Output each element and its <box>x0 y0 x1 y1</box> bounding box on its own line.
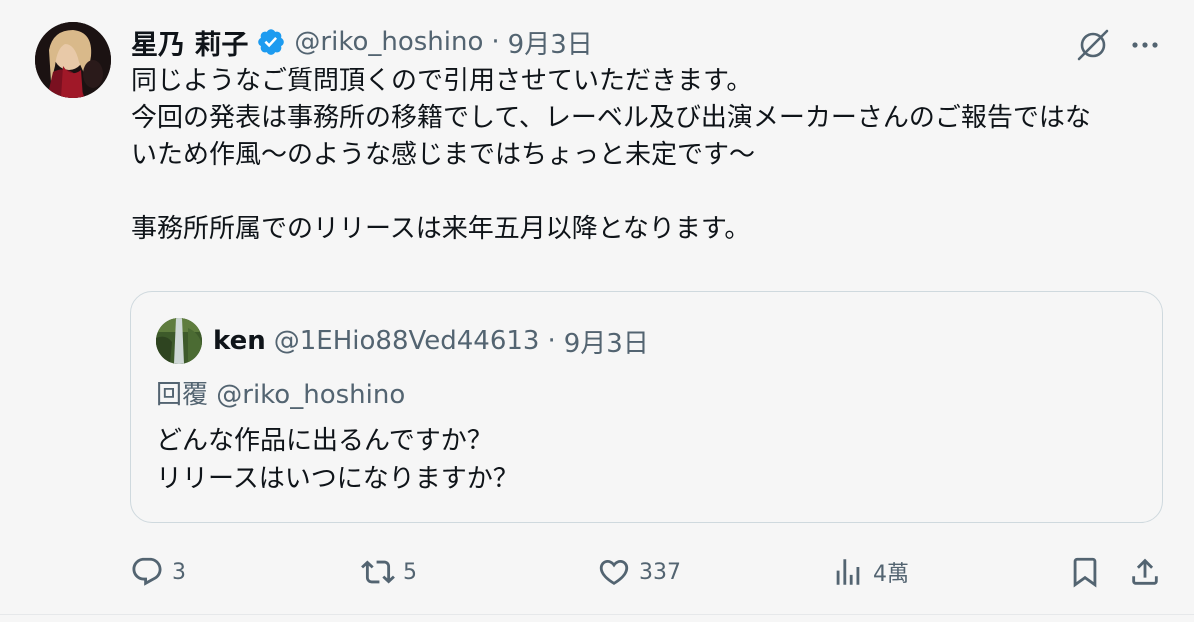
quoted-header-separator: · <box>547 326 556 356</box>
quoted-tweet-date[interactable]: 9月3日 <box>564 323 649 360</box>
retweet-icon <box>361 560 395 584</box>
retweet-button[interactable]: 5 <box>361 553 417 591</box>
heart-icon <box>599 559 629 585</box>
header-separator: · <box>491 27 500 57</box>
like-button[interactable]: 337 <box>597 553 681 591</box>
bookmark-button[interactable] <box>1068 553 1102 591</box>
reply-button[interactable]: 3 <box>130 553 186 591</box>
tweet-date[interactable]: 9月3日 <box>508 24 593 61</box>
author-avatar[interactable] <box>35 22 111 98</box>
author-handle[interactable]: @riko_hoshino <box>294 27 483 57</box>
quoted-text-line: リリースはいつになりますか？ <box>156 464 519 494</box>
tweet-card[interactable]: 星乃 莉子 @riko_hoshino · 9月3日 同じようなご質問頂くので引… <box>0 0 1194 615</box>
reply-icon <box>132 557 162 586</box>
author-display-name[interactable]: 星乃 莉子 <box>131 23 248 62</box>
analytics-icon <box>836 559 860 585</box>
quoted-author-avatar[interactable] <box>156 318 202 364</box>
views-button[interactable]: 4萬 <box>831 553 909 591</box>
tweet-text-line <box>131 174 1161 211</box>
quoted-text-line: どんな作品に出るんですか？ <box>156 426 493 456</box>
tweet-text: 同じようなご質問頂くので引用させていただきます。 今回の発表は事務所の移籍でして… <box>131 63 1161 248</box>
view-count: 4萬 <box>873 562 909 587</box>
share-icon <box>1132 558 1158 585</box>
quoted-reply-to: 回覆 @riko_hoshino <box>156 380 406 410</box>
divider <box>0 614 1194 615</box>
quoted-tweet-text: どんな作品に出るんですか？ リリースはいつになりますか？ <box>156 422 519 498</box>
reply-count: 3 <box>172 559 186 585</box>
quoted-tweet[interactable]: ken @1EHio88Ved44613 · 9月3日 回覆 @riko_hos… <box>130 291 1163 523</box>
tweet-text-line: いため作風〜のような感じまではちょっと未定です〜 <box>131 140 756 170</box>
tweet-text-line: 今回の発表は事務所の移籍でして、レーベル及び出演メーカーさんのご報告ではな <box>131 103 1091 133</box>
bookmark-icon <box>1073 557 1097 588</box>
retweet-count: 5 <box>403 559 417 585</box>
verified-badge-icon[interactable] <box>256 27 286 57</box>
like-count: 337 <box>639 559 681 585</box>
share-button[interactable] <box>1128 553 1162 591</box>
grok-icon[interactable] <box>1075 27 1111 63</box>
tweet-text-line: 同じようなご質問頂くので引用させていただきます。 <box>131 66 753 96</box>
quoted-author-handle[interactable]: @1EHio88Ved44613 <box>274 326 540 356</box>
quoted-tweet-header: ken @1EHio88Ved44613 · 9月3日 <box>213 321 649 361</box>
tweet-header: 星乃 莉子 @riko_hoshino · 9月3日 <box>131 23 593 61</box>
quoted-author-name[interactable]: ken <box>213 326 266 356</box>
more-options-icon[interactable] <box>1128 30 1162 60</box>
tweet-text-line: 事務所所属でのリリースは来年五月以降となります。 <box>131 214 751 244</box>
